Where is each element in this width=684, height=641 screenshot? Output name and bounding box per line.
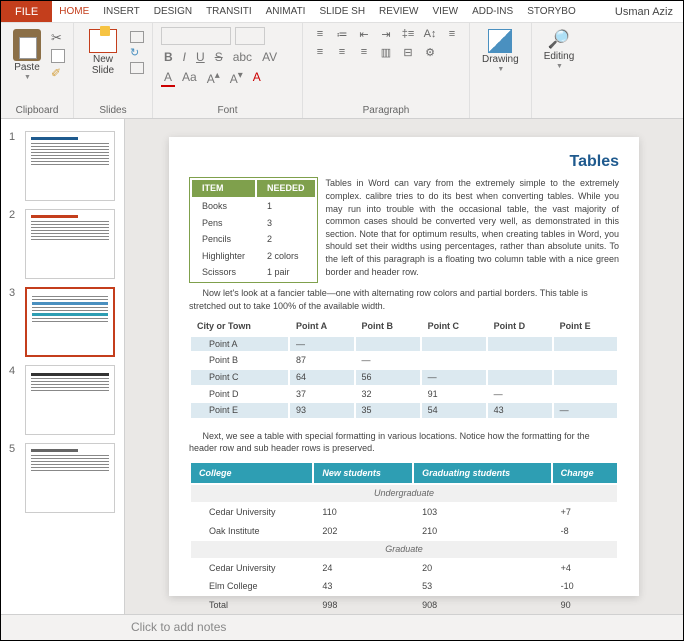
shadow-button[interactable]: abс xyxy=(230,49,255,65)
drawing-button[interactable]: Drawing ▼ xyxy=(478,27,523,75)
reset-icon[interactable]: ↻ xyxy=(130,46,144,59)
paste-button[interactable]: Paste ▼ xyxy=(9,27,45,83)
group-clipboard: Paste ▼ ✂ ✐ Clipboard xyxy=(1,23,74,118)
notes-pane[interactable]: Click to add notes xyxy=(1,614,683,640)
thumb-num-2: 2 xyxy=(9,209,19,221)
smartart-button[interactable]: ⚙ xyxy=(421,45,439,59)
paste-label: Paste xyxy=(14,62,40,73)
editing-button[interactable]: 🔎 Editing ▼ xyxy=(540,27,579,72)
bullets-button[interactable]: ≡ xyxy=(311,27,329,41)
col-item: ITEM xyxy=(192,180,255,197)
ribbon: Paste ▼ ✂ ✐ Clipboard New Slide ↻ Slides xyxy=(1,23,683,119)
thumb-num-1: 1 xyxy=(9,131,19,143)
thumb-num-5: 5 xyxy=(9,443,19,455)
thumb-num-4: 4 xyxy=(9,365,19,377)
columns-button[interactable]: ▥ xyxy=(377,45,395,59)
college-table: CollegeNew studentsGraduating studentsCh… xyxy=(189,461,619,614)
thumbnail-4[interactable] xyxy=(25,365,115,435)
font-size-combo[interactable] xyxy=(235,27,265,45)
group-editing: 🔎 Editing ▼ xyxy=(532,23,587,118)
supplies-table: ITEMNEEDED Books1 Pens3 Pencils2 Highlig… xyxy=(189,177,318,283)
slide-canvas[interactable]: Tables ITEMNEEDED Books1 Pens3 Pencils2 … xyxy=(125,119,683,614)
align-center-button[interactable]: ≡ xyxy=(311,45,329,59)
file-tab[interactable]: FILE xyxy=(1,1,52,22)
new-slide-label: New Slide xyxy=(86,54,120,76)
tab-view[interactable]: VIEW xyxy=(426,1,466,22)
tab-addins[interactable]: ADD-INS xyxy=(465,1,520,22)
slide-thumbnails: 1 2 3 4 5 xyxy=(1,119,125,614)
clear-format-button[interactable]: A xyxy=(250,69,264,87)
change-case-button[interactable]: Aa xyxy=(179,69,200,87)
font-label: Font xyxy=(161,103,294,116)
strike-button[interactable]: S xyxy=(212,49,226,65)
tab-slideshow[interactable]: SLIDE SH xyxy=(312,1,372,22)
indent-dec-button[interactable]: ⇤ xyxy=(355,27,373,41)
clipboard-label: Clipboard xyxy=(9,103,65,116)
paste-icon xyxy=(13,29,41,61)
chevron-down-icon: ▼ xyxy=(556,63,563,70)
slides-label: Slides xyxy=(82,103,144,116)
group-paragraph: ≡ ≔ ⇤ ⇥ ‡≡ A↕ ≡ ≡ ≡ ≡ ▥ ⊟ ⚙ Paragraph xyxy=(303,23,470,118)
title-bar: FILE HOME INSERT DESIGN TRANSITI ANIMATI… xyxy=(1,1,683,23)
section-icon[interactable] xyxy=(130,62,144,74)
paragraph-3: Next, we see a table with special format… xyxy=(189,430,619,455)
thumbnail-1[interactable] xyxy=(25,131,115,201)
group-font: B I U S abс AV A Aa A▴ A▾ A Font xyxy=(153,23,303,118)
underline-button[interactable]: U xyxy=(193,49,208,65)
tab-storyboard[interactable]: STORYBO xyxy=(520,1,583,22)
editing-label: Editing xyxy=(544,51,575,62)
find-icon: 🔎 xyxy=(548,29,570,50)
tab-design[interactable]: DESIGN xyxy=(147,1,199,22)
thumbnail-2[interactable] xyxy=(25,209,115,279)
content-area: 1 2 3 4 5 Tables ITEMNEEDED Books1 Pens3… xyxy=(1,119,683,614)
align-right-button[interactable]: ≡ xyxy=(333,45,351,59)
font-name-combo[interactable] xyxy=(161,27,231,45)
chevron-down-icon: ▼ xyxy=(497,66,504,73)
tab-transitions[interactable]: TRANSITI xyxy=(199,1,259,22)
thumb-num-3: 3 xyxy=(9,287,19,299)
new-slide-icon xyxy=(89,29,117,53)
copy-icon[interactable] xyxy=(51,49,65,63)
tab-review[interactable]: REVIEW xyxy=(372,1,425,22)
shrink-font-button[interactable]: A▾ xyxy=(227,69,246,87)
cut-icon[interactable]: ✂ xyxy=(51,30,65,46)
format-painter-icon[interactable]: ✐ xyxy=(51,66,65,80)
spacing-button[interactable]: AV xyxy=(259,49,280,65)
tab-home[interactable]: HOME xyxy=(52,1,96,22)
align-left-button[interactable]: ≡ xyxy=(443,27,461,41)
numbering-button[interactable]: ≔ xyxy=(333,27,351,41)
grow-font-button[interactable]: A▴ xyxy=(204,69,223,87)
tab-animations[interactable]: ANIMATI xyxy=(259,1,313,22)
font-color-button[interactable]: A xyxy=(161,69,175,87)
tab-insert[interactable]: INSERT xyxy=(96,1,147,22)
col-needed: NEEDED xyxy=(257,180,315,197)
line-spacing-button[interactable]: ‡≡ xyxy=(399,27,417,41)
layout-icon[interactable] xyxy=(130,31,144,43)
group-slides: New Slide ↻ Slides xyxy=(74,23,153,118)
text-direction-button[interactable]: A↕ xyxy=(421,27,439,41)
distance-table: City or TownPoint APoint BPoint CPoint D… xyxy=(189,316,619,420)
bold-button[interactable]: B xyxy=(161,49,176,65)
thumbnail-3[interactable] xyxy=(25,287,115,357)
chevron-down-icon: ▼ xyxy=(24,74,31,81)
shapes-icon xyxy=(488,29,512,53)
align-text-button[interactable]: ⊟ xyxy=(399,45,417,59)
drawing-label: Drawing xyxy=(482,54,519,65)
justify-button[interactable]: ≡ xyxy=(355,45,373,59)
menu-tabs: HOME INSERT DESIGN TRANSITI ANIMATI SLID… xyxy=(52,1,605,22)
new-slide-button[interactable]: New Slide xyxy=(82,27,124,78)
slide-title: Tables xyxy=(189,151,619,173)
thumbnail-5[interactable] xyxy=(25,443,115,513)
paragraph-label: Paragraph xyxy=(311,103,461,116)
user-name[interactable]: Usman Aziz xyxy=(605,1,683,22)
italic-button[interactable]: I xyxy=(180,49,189,65)
indent-inc-button[interactable]: ⇥ xyxy=(377,27,395,41)
slide-content[interactable]: Tables ITEMNEEDED Books1 Pens3 Pencils2 … xyxy=(169,137,639,596)
group-drawing: Drawing ▼ xyxy=(470,23,532,118)
paragraph-2: Now let's look at a fancier table—one wi… xyxy=(189,287,619,312)
